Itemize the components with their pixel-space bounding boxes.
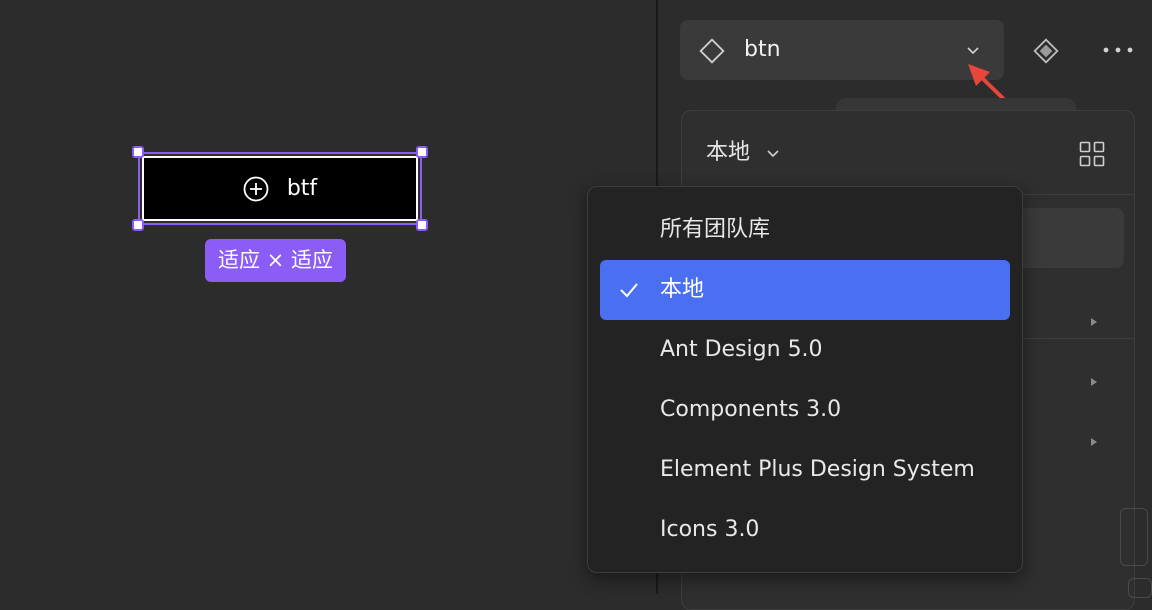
menu-item-components[interactable]: Components 3.0 xyxy=(600,380,1010,440)
chevron-down-icon[interactable] xyxy=(766,147,780,161)
plus-circle-icon xyxy=(243,176,269,201)
menu-item-label: Icons 3.0 xyxy=(660,517,760,542)
menu-item-label: 所有团队库 xyxy=(660,217,771,242)
size-badge: 适应 × 适应 xyxy=(205,239,346,282)
canvas-button-label: btf xyxy=(286,176,318,201)
design-canvas[interactable] xyxy=(0,0,656,594)
menu-item-local[interactable]: 本地 xyxy=(600,260,1010,320)
panel-fragment-box xyxy=(1120,508,1148,566)
menu-item-label: Ant Design 5.0 xyxy=(660,337,823,362)
menu-item-label: Element Plus Design System xyxy=(660,457,975,482)
component-instance-select[interactable] xyxy=(680,20,1004,80)
menu-item-icons[interactable]: Icons 3.0 xyxy=(600,500,1010,560)
caret-right-icon[interactable] xyxy=(1089,316,1099,328)
resize-handle-bottom-left[interactable] xyxy=(132,219,144,231)
menu-item-all-team-libraries[interactable]: 所有团队库 xyxy=(600,200,1010,260)
library-source-label[interactable]: 本地 xyxy=(706,138,750,168)
component-diamond-outline-icon xyxy=(699,38,725,64)
menu-item-ant-design[interactable]: Ant Design 5.0 xyxy=(600,320,1010,380)
caret-right-icon[interactable] xyxy=(1089,376,1099,388)
chevron-down-icon[interactable] xyxy=(966,44,980,58)
check-icon xyxy=(620,283,638,298)
caret-right-icon[interactable] xyxy=(1089,436,1099,448)
resize-handle-top-left[interactable] xyxy=(132,146,144,158)
component-diamond-filled-icon[interactable] xyxy=(1031,36,1061,66)
more-dots-icon[interactable] xyxy=(1102,44,1134,56)
resize-handle-bottom-right[interactable] xyxy=(416,219,428,231)
menu-item-label: 本地 xyxy=(660,277,705,302)
menu-item-element-plus[interactable]: Element Plus Design System xyxy=(600,440,1010,500)
grid-view-icon[interactable] xyxy=(1079,141,1105,167)
component-name: btn xyxy=(744,37,781,62)
library-section-separator xyxy=(1020,338,1134,339)
canvas-button-btf[interactable]: btf xyxy=(142,156,418,221)
resize-handle-top-right[interactable] xyxy=(416,146,428,158)
panel-fragment-box xyxy=(1128,578,1152,598)
menu-item-label: Components 3.0 xyxy=(660,397,842,422)
